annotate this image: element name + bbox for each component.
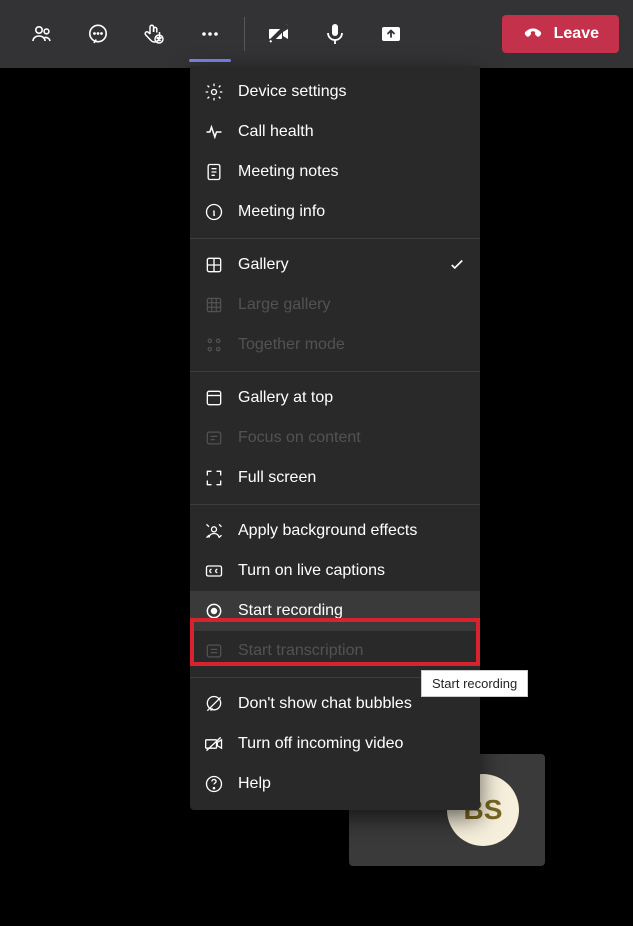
- toolbar-divider: [244, 17, 245, 51]
- menu-separator: [190, 371, 480, 372]
- menu-start-recording[interactable]: Start recording: [190, 591, 480, 631]
- gear-icon: [204, 82, 224, 102]
- notes-icon: [204, 162, 224, 182]
- grid-3x3-icon: [204, 295, 224, 315]
- share-button[interactable]: [363, 0, 419, 68]
- more-actions-button[interactable]: [182, 0, 238, 68]
- record-icon: [204, 601, 224, 621]
- pulse-icon: [204, 122, 224, 142]
- menu-call-health[interactable]: Call health: [190, 112, 480, 152]
- menu-label: Gallery at top: [238, 389, 333, 407]
- content-icon: [204, 428, 224, 448]
- call-toolbar: Leave: [0, 0, 633, 68]
- chat-off-icon: [204, 694, 224, 714]
- menu-label: Help: [238, 775, 271, 793]
- background-effects-icon: [204, 521, 224, 541]
- menu-label: Focus on content: [238, 429, 361, 447]
- menu-together-mode: Together mode: [190, 325, 480, 365]
- menu-label: Start recording: [238, 602, 343, 620]
- menu-label: Large gallery: [238, 296, 331, 314]
- checkmark-icon: [448, 256, 466, 274]
- menu-label: Together mode: [238, 336, 345, 354]
- fullscreen-icon: [204, 468, 224, 488]
- people-button[interactable]: [14, 0, 70, 68]
- menu-meeting-notes[interactable]: Meeting notes: [190, 152, 480, 192]
- menu-turn-on-live-captions[interactable]: Turn on live captions: [190, 551, 480, 591]
- menu-label: Gallery: [238, 256, 289, 274]
- menu-label: Start transcription: [238, 642, 363, 660]
- menu-large-gallery: Large gallery: [190, 285, 480, 325]
- transcription-icon: [204, 641, 224, 661]
- more-actions-menu: Device settings Call health Meeting note…: [190, 66, 480, 810]
- menu-label: Apply background effects: [238, 522, 417, 540]
- menu-label: Turn off incoming video: [238, 735, 403, 753]
- menu-label: Full screen: [238, 469, 316, 487]
- menu-gallery[interactable]: Gallery: [190, 245, 480, 285]
- menu-label: Call health: [238, 123, 314, 141]
- menu-label: Turn on live captions: [238, 562, 385, 580]
- menu-start-transcription: Start transcription: [190, 631, 480, 671]
- menu-label: Meeting info: [238, 203, 325, 221]
- together-icon: [204, 335, 224, 355]
- menu-separator: [190, 504, 480, 505]
- camera-button[interactable]: [251, 0, 307, 68]
- menu-focus-on-content: Focus on content: [190, 418, 480, 458]
- leave-button[interactable]: Leave: [502, 15, 619, 53]
- menu-gallery-at-top[interactable]: Gallery at top: [190, 378, 480, 418]
- menu-device-settings[interactable]: Device settings: [190, 72, 480, 112]
- active-indicator: [189, 59, 231, 62]
- reactions-button[interactable]: [126, 0, 182, 68]
- leave-label: Leave: [554, 25, 599, 43]
- menu-full-screen[interactable]: Full screen: [190, 458, 480, 498]
- cc-icon: [204, 561, 224, 581]
- mic-button[interactable]: [307, 0, 363, 68]
- info-icon: [204, 202, 224, 222]
- tooltip: Start recording: [421, 670, 528, 697]
- layout-top-icon: [204, 388, 224, 408]
- menu-help[interactable]: Help: [190, 764, 480, 804]
- menu-separator: [190, 238, 480, 239]
- chat-button[interactable]: [70, 0, 126, 68]
- grid-2x2-icon: [204, 255, 224, 275]
- menu-apply-background-effects[interactable]: Apply background effects: [190, 511, 480, 551]
- help-icon: [204, 774, 224, 794]
- tooltip-text: Start recording: [432, 676, 517, 691]
- hangup-icon: [522, 23, 544, 45]
- menu-turn-off-incoming-video[interactable]: Turn off incoming video: [190, 724, 480, 764]
- menu-label: Don't show chat bubbles: [238, 695, 412, 713]
- menu-meeting-info[interactable]: Meeting info: [190, 192, 480, 232]
- menu-label: Meeting notes: [238, 163, 339, 181]
- video-off-icon: [204, 734, 224, 754]
- menu-label: Device settings: [238, 83, 347, 101]
